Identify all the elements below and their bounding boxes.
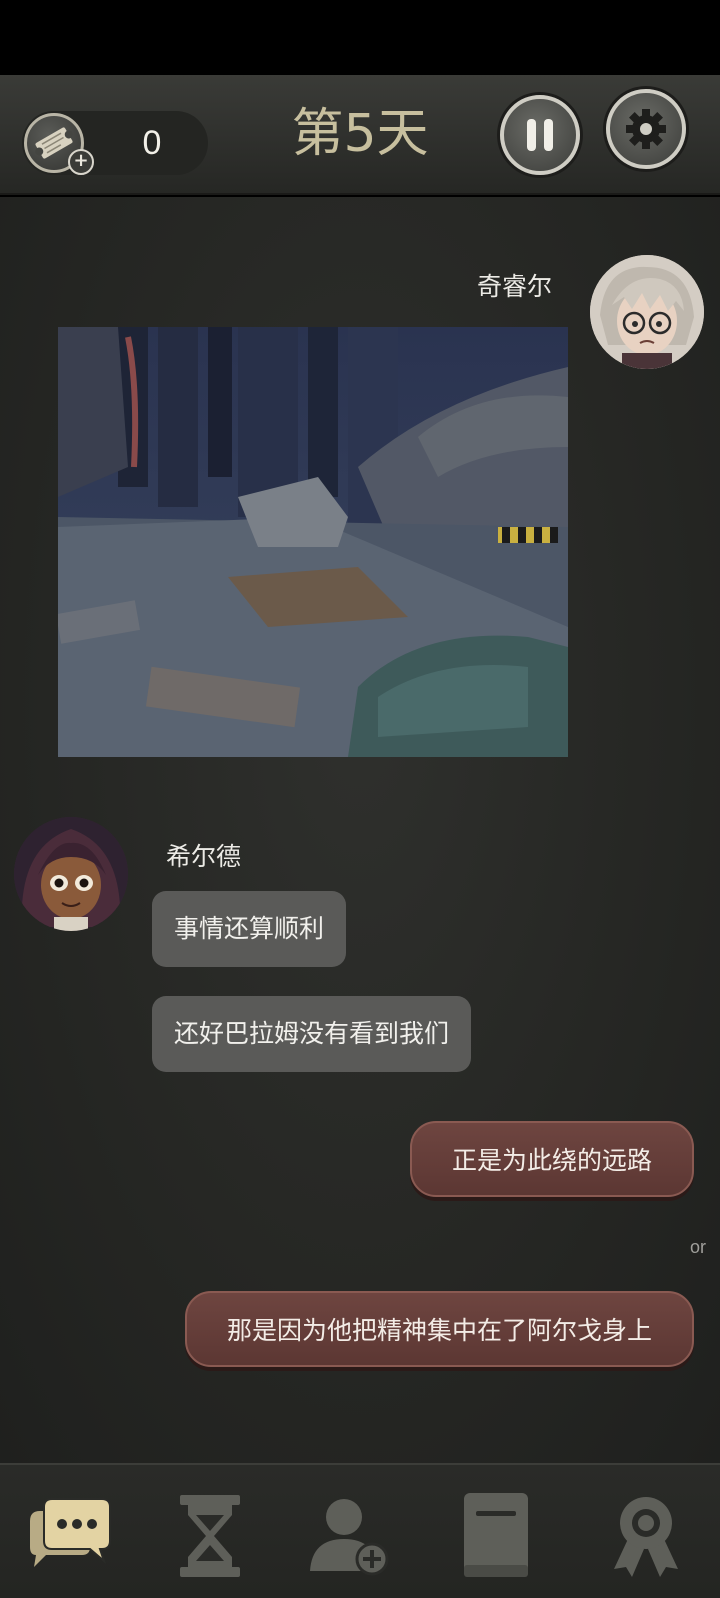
journal-book-icon xyxy=(464,1493,528,1577)
or-separator: or xyxy=(689,1237,706,1257)
xierde-portrait xyxy=(14,817,128,931)
message-bubble: 还好巴拉姆没有看到我们 xyxy=(152,996,472,1072)
nav-tab-recruit[interactable] xyxy=(300,1487,400,1587)
settings-button[interactable] xyxy=(606,89,686,169)
day-title: 第5天 xyxy=(291,104,429,164)
sender-name-xierde: 希尔德 xyxy=(166,842,242,871)
nav-tab-achievements[interactable] xyxy=(596,1487,696,1587)
ticket-counter[interactable]: + 0 xyxy=(22,111,208,175)
message-bubble: 事情还算顺利 xyxy=(152,891,347,967)
status-bar xyxy=(0,0,720,75)
scene-image[interactable] xyxy=(58,327,568,757)
achievement-ribbon-icon xyxy=(614,1497,678,1577)
add-ticket-icon[interactable]: + xyxy=(68,149,94,175)
gear-icon xyxy=(626,109,666,149)
add-contact-icon xyxy=(310,1499,389,1576)
pause-icon xyxy=(527,119,553,151)
ticket-count: 0 xyxy=(142,124,162,162)
chat-bubbles-icon xyxy=(30,1498,111,1567)
hourglass-icon xyxy=(180,1495,240,1577)
reply-choice-2[interactable]: 那是因为他把精神集中在了阿尔戈身上 xyxy=(184,1291,694,1367)
pause-button[interactable] xyxy=(500,95,580,175)
nav-tab-chat[interactable] xyxy=(20,1487,120,1587)
nav-tab-journal[interactable] xyxy=(446,1487,546,1587)
avatar-qiruier[interactable] xyxy=(590,255,704,369)
ruined-street-illustration xyxy=(58,327,568,757)
chat-area[interactable]: 奇睿尔 希尔德 事情还算顺利 还好巴拉姆没有看到我们 正是为此绕的远路 or 那… xyxy=(0,197,720,1463)
nav-tab-time[interactable] xyxy=(160,1487,260,1587)
sender-name-qiruier: 奇睿尔 xyxy=(476,272,552,301)
bottom-nav xyxy=(0,1463,720,1598)
top-bar: + 0 第5天 xyxy=(0,75,720,195)
reply-choice-1[interactable]: 正是为此绕的远路 xyxy=(409,1121,694,1197)
avatar-xierde[interactable] xyxy=(14,817,128,931)
qiruier-portrait xyxy=(590,255,704,369)
